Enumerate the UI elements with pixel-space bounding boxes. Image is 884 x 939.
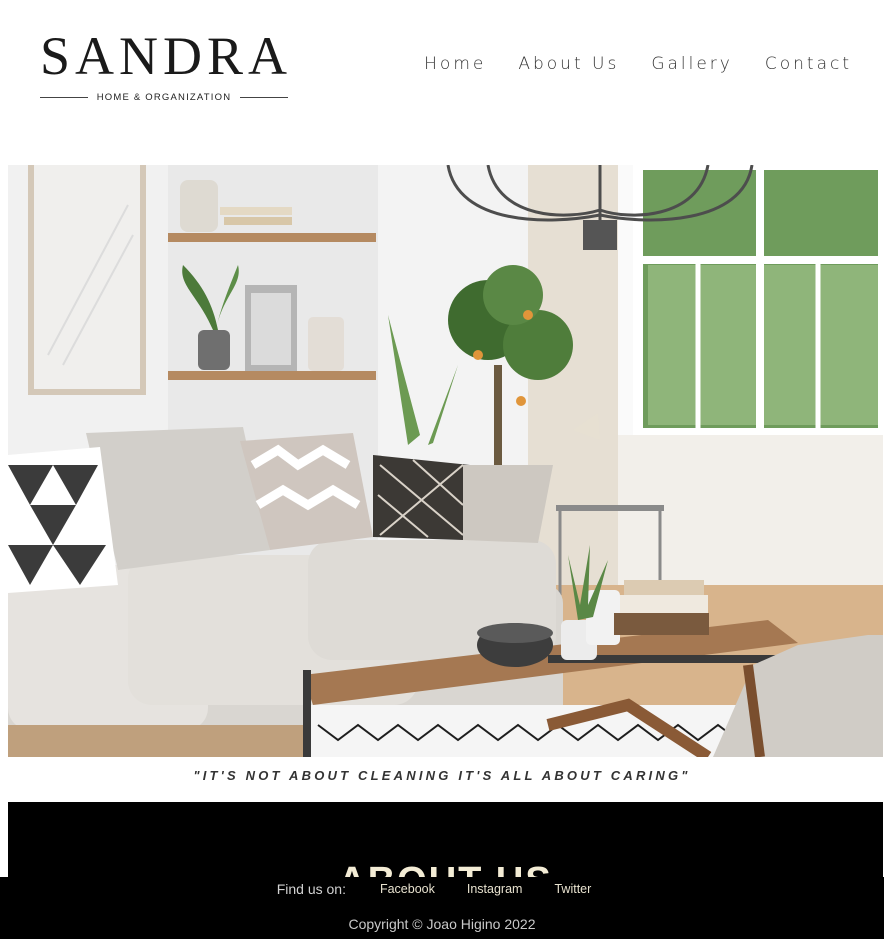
about-section: ABOUT US — [8, 802, 883, 882]
social-links: Find us on: Facebook Instagram Twitter — [0, 881, 884, 897]
living-room-photo — [8, 165, 883, 757]
brand-tagline: HOME & ORGANIZATION — [96, 92, 232, 103]
hero-quote: "IT'S NOT ABOUT CLEANING IT'S ALL ABOUT … — [193, 768, 691, 783]
brand-logo[interactable]: SANDRA HOME & ORGANIZATION — [40, 28, 288, 103]
nav-about-us[interactable]: About Us — [518, 54, 619, 74]
main-nav: Home About Us Gallery Contact — [424, 54, 852, 74]
hero-image — [8, 165, 883, 757]
nav-gallery[interactable]: Gallery — [651, 54, 733, 74]
find-us-label: Find us on: — [276, 881, 346, 897]
brand-name: SANDRA — [40, 26, 293, 86]
nav-contact[interactable]: Contact — [765, 54, 852, 74]
nav-home[interactable]: Home — [424, 54, 486, 74]
brand-tagline-row: HOME & ORGANIZATION — [40, 92, 288, 103]
divider — [240, 97, 288, 98]
copyright: Copyright © Joao Higino 2022 — [348, 916, 536, 932]
twitter-link[interactable]: Twitter — [554, 882, 591, 896]
divider — [40, 97, 88, 98]
facebook-link[interactable]: Facebook — [380, 882, 435, 896]
footer: Find us on: Facebook Instagram Twitter C… — [0, 877, 884, 939]
instagram-link[interactable]: Instagram — [467, 882, 523, 896]
